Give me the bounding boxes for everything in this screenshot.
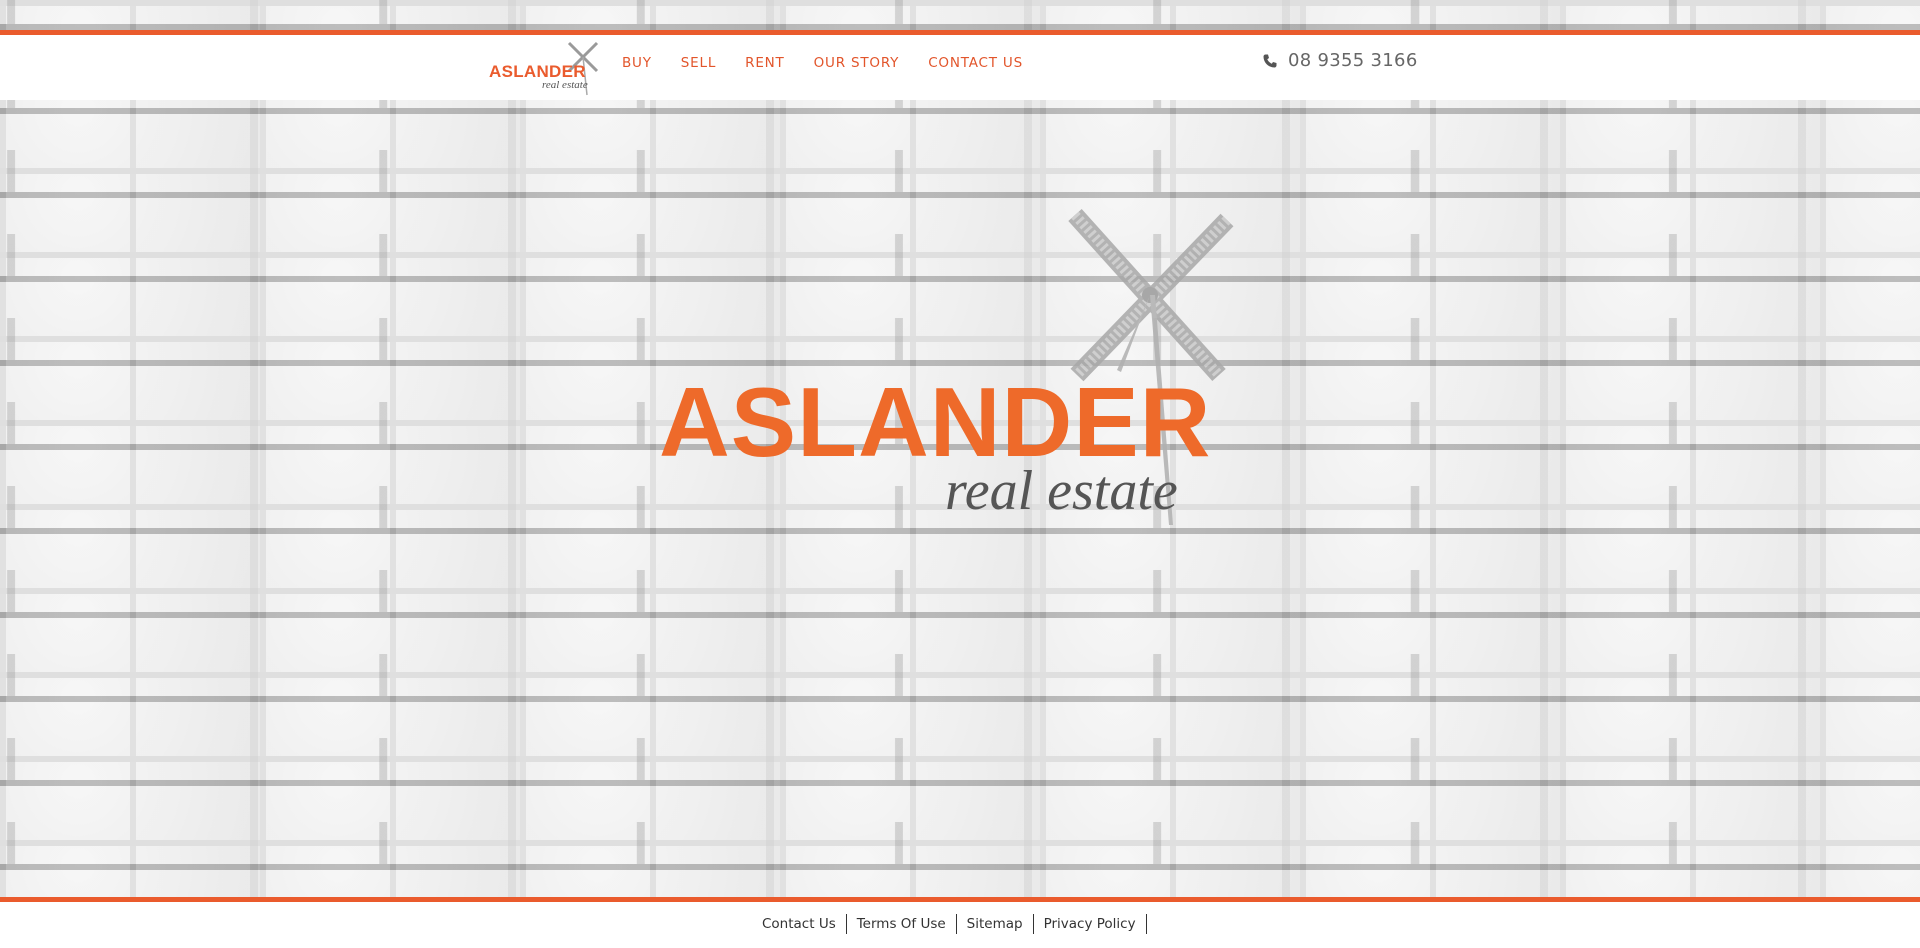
phone-icon — [1263, 54, 1277, 67]
hero-logo: ASLANDER real estate — [655, 205, 1255, 535]
nav-our-story[interactable]: OUR STORY — [814, 55, 900, 71]
header-logo-sub: real estate — [542, 79, 588, 91]
site-header: ASLANDER real estate BUY SELL RENT OUR S… — [0, 30, 1920, 100]
nav-contact-us[interactable]: CONTACT US — [928, 55, 1023, 71]
header-phone[interactable]: 08 9355 3166 — [1262, 50, 1418, 71]
hero-logo-sub: real estate — [945, 460, 1178, 522]
nav-buy[interactable]: BUY — [622, 55, 652, 71]
top-background-strip — [0, 0, 1920, 30]
phone-number: 08 9355 3166 — [1288, 50, 1418, 71]
footer-link-privacy-policy[interactable]: Privacy Policy — [1034, 914, 1147, 934]
header-logo[interactable]: ASLANDER real estate — [487, 39, 599, 99]
main-nav: BUY SELL RENT OUR STORY CONTACT US — [622, 55, 1052, 71]
nav-sell[interactable]: SELL — [681, 55, 716, 71]
hero-logo-brand: ASLANDER — [659, 367, 1212, 477]
footer-links: Contact Us Terms Of Use Sitemap Privacy … — [752, 914, 1147, 934]
site-footer: Contact Us Terms Of Use Sitemap Privacy … — [0, 902, 1920, 948]
footer-link-terms-of-use[interactable]: Terms Of Use — [847, 914, 957, 934]
footer-link-sitemap[interactable]: Sitemap — [957, 914, 1034, 934]
footer-link-contact-us[interactable]: Contact Us — [752, 914, 847, 934]
nav-rent[interactable]: RENT — [745, 55, 784, 71]
